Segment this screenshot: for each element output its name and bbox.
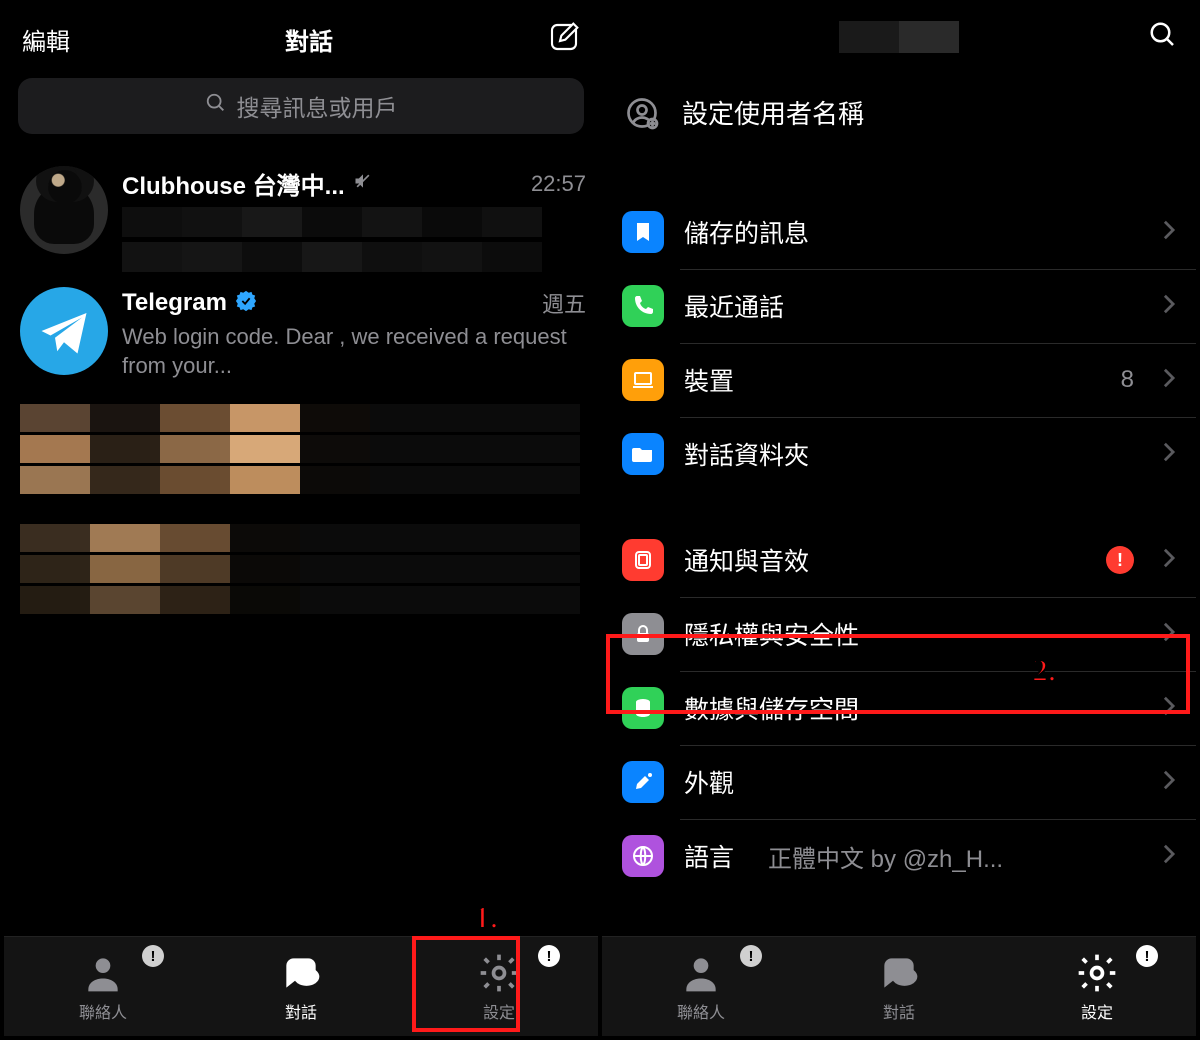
search-input[interactable]: 搜尋訊息或用戶 [18,78,584,134]
search-icon [205,92,227,120]
search-icon[interactable] [1148,20,1178,55]
globe-icon [622,835,664,877]
row-value: 8 [1121,366,1134,394]
page-title: 對話 [285,22,333,57]
set-username-label: 設定使用者名稱 [682,94,864,131]
alert-badge-icon: ! [1106,546,1134,574]
edit-button[interactable]: 編輯 [22,22,70,57]
tab-label: 聯絡人 [79,999,127,1023]
phone-icon [622,285,664,327]
chats-panel: 編輯 對話 搜尋訊息或用戶 Clubhouse 台灣中... [4,4,598,1036]
chevron-right-icon [1162,441,1176,468]
badge-icon: ! [142,945,164,967]
chevron-right-icon [1162,843,1176,870]
redacted-preview [122,207,542,267]
tab-label: 對話 [285,999,317,1023]
row-label: 通知與音效 [684,542,809,578]
tab-label: 對話 [883,999,915,1023]
row-language[interactable]: 語言 正體中文 by @zh_H... [602,819,1196,893]
row-label: 最近通話 [684,288,784,324]
chevron-right-icon [1162,621,1176,648]
row-appearance[interactable]: 外觀 [602,745,1196,819]
redacted-chat [4,404,598,496]
bell-icon [622,539,664,581]
chat-time: 週五 [542,287,586,319]
row-devices[interactable]: 裝置 8 [602,343,1196,417]
badge-icon: ! [1136,945,1158,967]
chat-name: Clubhouse 台灣中... [122,166,345,201]
laptop-icon [622,359,664,401]
row-recent-calls[interactable]: 最近通話 [602,269,1196,343]
avatar [20,166,108,254]
tab-contacts[interactable]: ! 聯絡人 [4,937,202,1036]
row-saved-messages[interactable]: 儲存的訊息 [602,195,1196,269]
chat-name: Telegram [122,289,227,317]
row-value: 正體中文 by @zh_H... [768,839,1134,874]
tab-settings[interactable]: ! 設定 [400,937,598,1036]
chat-list: Clubhouse 台灣中... 22:57 [4,156,598,936]
nav-header: 編輯 對話 [4,4,598,70]
settings-panel: 設定使用者名稱 儲存的訊息 最近通話 裝置 8 對話資料夾 [598,4,1196,1036]
row-label: 語言 [684,838,734,874]
row-label: 隱私權與安全性 [684,616,859,652]
folder-icon [622,433,664,475]
tab-settings[interactable]: ! 設定 [998,937,1196,1036]
row-notifications[interactable]: 通知與音效 ! [602,523,1196,597]
row-label: 儲存的訊息 [684,214,809,250]
redacted-title [839,21,959,53]
row-label: 外觀 [684,764,734,800]
tab-bar: ! 聯絡人 對話 ! 設定 [602,936,1196,1036]
bookmark-icon [622,211,664,253]
chevron-right-icon [1162,695,1176,722]
row-data-storage[interactable]: 數據與儲存空間 [602,671,1196,745]
verified-icon [235,290,257,317]
avatar [20,287,108,375]
chat-row[interactable]: Telegram 週五 Web login code. Dear , we re… [4,277,598,390]
lock-icon [622,613,664,655]
tab-bar: ! 聯絡人 對話 ! 設定 [4,936,598,1036]
compose-icon[interactable] [548,21,580,58]
tab-label: 聯絡人 [677,999,725,1023]
chevron-right-icon [1162,293,1176,320]
tab-label: 設定 [483,999,515,1023]
chat-time: 22:57 [531,171,586,197]
muted-icon [353,171,373,196]
chevron-right-icon [1162,367,1176,394]
chat-row[interactable]: Clubhouse 台灣中... 22:57 [4,156,598,277]
chat-preview: Web login code. Dear , we received a req… [122,323,586,380]
row-privacy-security[interactable]: 隱私權與安全性 [602,597,1196,671]
badge-icon: ! [538,945,560,967]
chevron-right-icon [1162,547,1176,574]
settings-header [602,4,1196,70]
set-username-row[interactable]: 設定使用者名稱 [602,70,1196,163]
database-icon [622,687,664,729]
search-placeholder: 搜尋訊息或用戶 [237,89,398,123]
row-label: 對話資料夾 [684,436,809,472]
badge-icon: ! [740,945,762,967]
row-label: 數據與儲存空間 [684,690,859,726]
brush-icon [622,761,664,803]
tab-chats[interactable]: 對話 [800,937,998,1036]
tab-label: 設定 [1081,999,1113,1023]
chevron-right-icon [1162,219,1176,246]
tab-chats[interactable]: 對話 [202,937,400,1036]
row-chat-folders[interactable]: 對話資料夾 [602,417,1196,491]
chevron-right-icon [1162,769,1176,796]
tab-contacts[interactable]: ! 聯絡人 [602,937,800,1036]
redacted-chat [4,524,598,616]
row-label: 裝置 [684,362,734,398]
